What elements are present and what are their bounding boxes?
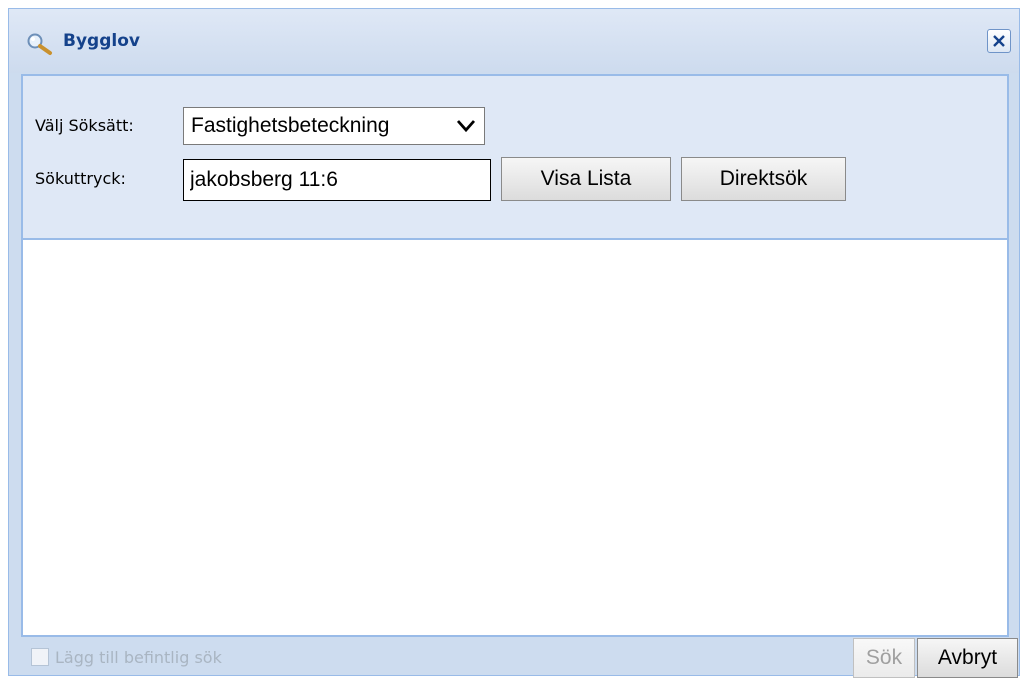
- search-button[interactable]: Sök: [853, 638, 915, 678]
- cancel-button[interactable]: Avbryt: [917, 638, 1018, 678]
- results-panel: [21, 240, 1009, 637]
- close-button[interactable]: [987, 29, 1011, 53]
- show-list-button[interactable]: Visa Lista: [501, 157, 671, 201]
- search-method-select[interactable]: Fastighetsbeteckning: [183, 107, 485, 145]
- close-icon: [993, 35, 1005, 47]
- append-search-checkbox[interactable]: [31, 648, 49, 666]
- title-bar[interactable]: Bygglov: [9, 9, 1019, 73]
- search-method-label: Välj Söksätt:: [35, 116, 134, 135]
- dialog-footer: Lägg till befintlig sök Sök Avbryt: [21, 637, 1018, 678]
- search-expression-input[interactable]: [183, 159, 491, 201]
- bygglov-dialog: Bygglov Välj Söksätt: Fastighetsbeteckni…: [8, 8, 1020, 678]
- direct-search-button[interactable]: Direktsök: [681, 157, 846, 201]
- search-icon: [26, 32, 54, 56]
- search-form-panel: Välj Söksätt: Fastighetsbeteckning Sökut…: [21, 74, 1009, 240]
- search-expression-label: Sökuttryck:: [35, 169, 126, 188]
- append-search-label: Lägg till befintlig sök: [55, 648, 222, 667]
- chevron-down-icon: [456, 120, 476, 133]
- search-method-value: Fastighetsbeteckning: [191, 114, 390, 137]
- dialog-title: Bygglov: [63, 31, 140, 51]
